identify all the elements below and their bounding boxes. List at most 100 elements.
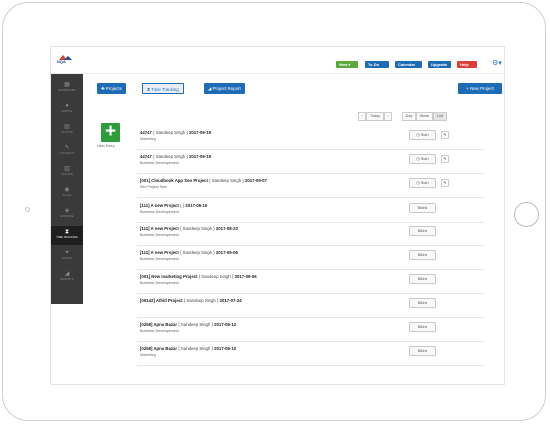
start-timer-button[interactable]: ◷ Start xyxy=(409,154,436,164)
start-timer-button[interactable]: ◷ Start xyxy=(409,178,436,188)
time-entry-row[interactable]: [001] Cloudbook App Seo Project ( Sandee… xyxy=(137,174,484,198)
entry-date: 2017-08-23 xyxy=(215,226,238,231)
entry-category: Marketing xyxy=(140,137,156,141)
entry-date: 2017-06-15 xyxy=(185,203,208,208)
time-entry-row[interactable]: 44747 ( Sandeep Singh ) 2017-09-19 Market… xyxy=(137,126,484,150)
entry-user: ( Sandeep Singh ) xyxy=(178,346,213,351)
entry-user: ( Sandeep Singh ) xyxy=(180,226,215,231)
sidebar-item-label: EXPENSE xyxy=(60,215,74,218)
entry-user: ( Sandeep Singh ) xyxy=(209,178,244,183)
sidebar-item-label: CONTRACT xyxy=(59,152,75,155)
entry-id: [111] A new Project xyxy=(140,250,179,255)
billed-status-button[interactable]: Billed xyxy=(409,274,436,284)
calendar-button[interactable]: Calendar xyxy=(395,61,422,68)
entry-date: 2017-09-06 xyxy=(234,274,257,279)
sidebar-item-label: REPORTS xyxy=(60,278,74,281)
time-entry-row[interactable]: [111] A new Project ( Sandeep Singh ) 20… xyxy=(137,246,484,270)
entry-date: 2017-09-19 xyxy=(189,130,211,135)
entry-category: Business Developement xyxy=(140,233,179,237)
billed-status-button[interactable]: Billed xyxy=(409,346,436,356)
action-label: Billed xyxy=(417,253,428,257)
view-list-button[interactable]: List xyxy=(433,112,447,121)
sidebar-item-contract[interactable]: ✎ CONTRACT xyxy=(51,142,83,161)
view-week-button[interactable]: Week xyxy=(416,112,433,121)
new-entry-label: New Entry xyxy=(97,144,115,148)
tablet-frame: NQA New ▾ To Do Calendar Upgrade Help ⚙▾ ▦ DA… xyxy=(2,2,546,421)
billed-status-button[interactable]: Billed xyxy=(409,203,436,213)
main-content: ✚ Projects ⧗ Time Tracking ◢ Project Rep… xyxy=(83,74,504,384)
expense-icon: ◈ xyxy=(64,208,70,214)
dashboard-icon: ▦ xyxy=(64,82,70,88)
sidebar-item-dashboard[interactable]: ▦ DASHBOARD xyxy=(51,79,83,98)
entry-id: 44747 xyxy=(140,154,152,159)
entry-category: Seo Project Task xyxy=(140,185,167,189)
billed-status-button[interactable]: Billed xyxy=(409,298,436,308)
help-button[interactable]: Help xyxy=(457,61,477,68)
sidebar-item-label: TALENT xyxy=(61,257,73,260)
new-button[interactable]: New ▾ xyxy=(336,61,358,68)
new-entry-button[interactable]: + xyxy=(101,122,120,142)
entry-category: Business Developement xyxy=(140,281,179,285)
time-entry-row[interactable]: [0258] Apna Bazar ( Sandeep Singh ) 2017… xyxy=(137,342,484,366)
action-label: Billed xyxy=(417,301,428,305)
time-entry-row[interactable]: [001] New marketing Project ( Sandeep Si… xyxy=(137,270,484,294)
logo-text: NQA xyxy=(57,59,66,64)
time-entry-row[interactable]: [00142] Athitl Project ( Sandeep Singh )… xyxy=(137,294,484,318)
entry-id: [0258] Apna Bazar xyxy=(140,322,178,327)
today-button[interactable]: Today xyxy=(366,112,384,121)
time-entry-row[interactable]: [111] A new Project ( ) 2017-06-15 Busine… xyxy=(137,199,484,223)
sidebar-item-reports[interactable]: ◢ REPORTS xyxy=(51,268,83,287)
edit-pencil-icon[interactable]: ✎ xyxy=(441,155,449,163)
entry-title: [00142] Athitl Project ( Sandeep Singh )… xyxy=(140,298,242,303)
start-timer-button[interactable]: ◷ Start xyxy=(409,130,436,140)
sidebar-item-time-tracking[interactable]: ⧗ TIME TRACKING xyxy=(51,226,83,245)
tab-time-tracking[interactable]: ⧗ Time Tracking xyxy=(142,83,184,94)
view-day-button[interactable]: Day xyxy=(402,112,416,121)
entry-title: [111] A new Project ( Sandeep Singh ) 20… xyxy=(140,226,238,231)
home-button[interactable] xyxy=(514,202,539,227)
sidebar-item-talent[interactable]: ✦ TALENT xyxy=(51,247,83,266)
billed-status-button[interactable]: Billed xyxy=(409,250,436,260)
people-icon: ● xyxy=(65,103,69,109)
next-button[interactable]: › xyxy=(384,112,392,121)
upgrade-button[interactable]: Upgrade xyxy=(428,61,451,68)
todo-button[interactable]: To Do xyxy=(365,61,389,68)
time-entry-row[interactable]: 44747 ( Sandeep Singh ) 2017-09-19 Busine… xyxy=(137,150,484,174)
entry-title: [001] Cloudbook App Seo Project ( Sandee… xyxy=(140,178,267,183)
clock-icon: ◷ xyxy=(416,157,420,161)
sidebar-item-quotes[interactable]: ▥ QUOTES xyxy=(51,163,83,182)
entry-user: ( Sandeep Singh ) xyxy=(178,322,213,327)
time-entry-row[interactable]: [0258] Apna Bazar ( Sandeep Singh ) 2017… xyxy=(137,318,484,342)
edit-pencil-icon[interactable]: ✎ xyxy=(441,179,449,187)
billed-status-button[interactable]: Billed xyxy=(409,322,436,332)
entry-user: ( Sandeep Singh ) xyxy=(183,298,219,303)
action-label: Billed xyxy=(417,349,428,353)
sidebar-item-label: PEOPLE xyxy=(61,110,73,113)
entry-id: [00142] Athitl Project xyxy=(140,298,183,303)
billed-status-button[interactable]: Billed xyxy=(409,226,436,236)
entry-category: Business Developement xyxy=(140,210,179,214)
settings-gear-icon[interactable]: ⚙▾ xyxy=(492,60,502,68)
app-screen: NQA New ▾ To Do Calendar Upgrade Help ⚙▾ ▦ DA… xyxy=(50,46,505,385)
sidebar-item-label: QUOTES xyxy=(61,173,73,176)
sidebar-item-invoice[interactable]: ▤ INVOICE xyxy=(51,121,83,140)
sidebar-item-expense[interactable]: ◈ EXPENSE xyxy=(51,205,83,224)
new-project-button[interactable]: + New Project xyxy=(458,83,502,94)
sidebar-item-sales[interactable]: ◉ SALES xyxy=(51,184,83,203)
tab-projects[interactable]: ✚ Projects xyxy=(97,83,126,94)
sidebar-item-label: TIME TRACKING xyxy=(56,236,78,239)
entry-id: [111] A new Project xyxy=(140,203,179,208)
edit-pencil-icon[interactable]: ✎ xyxy=(441,131,449,139)
sidebar-item-people[interactable]: ● PEOPLE xyxy=(51,100,83,119)
entry-date: 2017-09-19 xyxy=(189,154,211,159)
tab-project-report[interactable]: ◢ Project Report xyxy=(204,83,245,94)
time-entry-row[interactable]: [111] A new Project ( Sandeep Singh ) 20… xyxy=(137,222,484,246)
entry-title: [001] New marketing Project ( Sandeep Si… xyxy=(140,274,257,279)
entry-date: 2017-07-24 xyxy=(219,298,242,303)
entry-user: ( Sandeep Singh ) xyxy=(153,130,188,135)
prev-button[interactable]: ‹ xyxy=(358,112,366,121)
entry-category: Business Developement xyxy=(140,329,179,333)
entry-date: 2017-06-10 xyxy=(214,346,237,351)
entry-category: Business Developement xyxy=(140,257,179,261)
clock-icon: ◷ xyxy=(416,181,420,185)
